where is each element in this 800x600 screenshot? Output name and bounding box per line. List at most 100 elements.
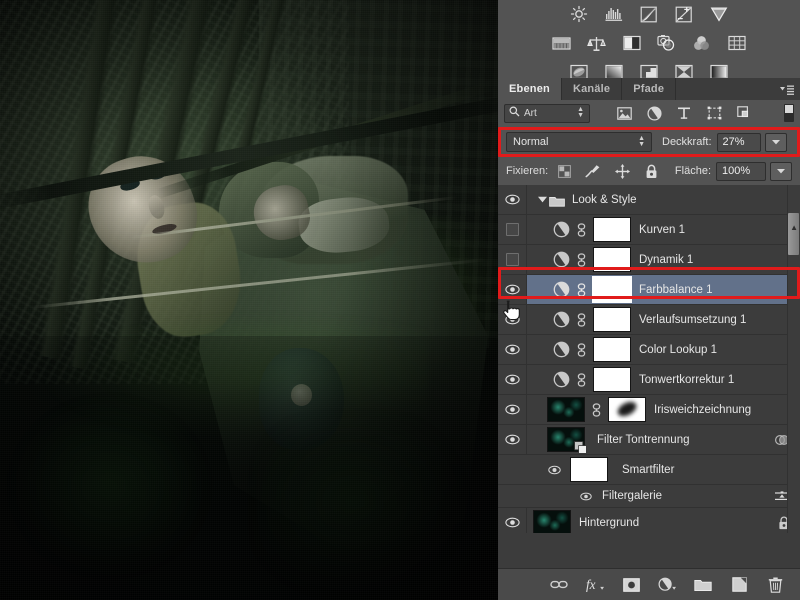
channel-mixer-icon[interactable]	[691, 33, 713, 53]
panel-menu-icon[interactable]	[774, 78, 800, 100]
tab-pfade[interactable]: Pfade	[622, 78, 676, 100]
link-mask-icon[interactable]	[575, 282, 588, 297]
layers-scrollbar-thumb[interactable]	[788, 213, 799, 255]
new-layer-icon[interactable]	[730, 576, 748, 594]
layer-mask-thumbnail[interactable]	[593, 217, 631, 242]
stepper-arrows-icon[interactable]: ▲▼	[577, 107, 584, 119]
layer-row-body[interactable]: Dynamik 1	[527, 245, 800, 274]
visibility-off-checkbox[interactable]	[506, 253, 519, 266]
layer-row-body[interactable]: Farbbalance 1	[527, 275, 800, 304]
layer-row-group[interactable]: Look & Style	[498, 185, 800, 215]
layer-row-body[interactable]: Irisweichzeichnung	[527, 395, 800, 424]
layer-row-body[interactable]: Hintergrund	[527, 508, 800, 533]
opacity-stepper-button[interactable]	[765, 133, 787, 152]
layers-list[interactable]: Look & Style Kurven 1	[498, 185, 800, 533]
layer-row-body[interactable]: Filter Tontrennung	[527, 425, 800, 454]
layer-row-tonwertkorrektur-1[interactable]: Tonwertkorrektur 1	[498, 365, 800, 395]
exposure-icon[interactable]	[673, 4, 695, 24]
layer-visibility-toggle[interactable]	[498, 395, 527, 424]
layer-mask-thumbnail[interactable]	[593, 337, 631, 362]
vibrance-icon[interactable]	[708, 4, 730, 24]
tab-kanaele[interactable]: Kanäle	[562, 78, 622, 100]
layer-row-body[interactable]: Tonwertkorrektur 1	[527, 365, 800, 394]
hue-saturation-icon[interactable]	[551, 33, 573, 53]
fill-input[interactable]: 100%	[716, 162, 766, 181]
shape-layer-filter-icon[interactable]	[706, 105, 722, 121]
stepper-arrows-icon[interactable]: ▲▼	[638, 136, 645, 148]
smartfilter-visibility-toggle[interactable]	[546, 465, 562, 475]
layer-row-hintergrund[interactable]: Hintergrund	[498, 508, 800, 533]
layer-row-dynamik-1[interactable]: Dynamik 1	[498, 245, 800, 275]
link-mask-icon[interactable]	[575, 312, 588, 327]
layer-visibility-toggle[interactable]	[498, 305, 527, 334]
layer-mask-thumbnail[interactable]	[593, 277, 631, 302]
type-layer-filter-icon[interactable]	[676, 105, 692, 121]
layer-visibility-toggle[interactable]	[498, 185, 527, 214]
color-balance-icon[interactable]	[586, 33, 608, 53]
new-group-icon[interactable]	[694, 576, 712, 594]
layer-mask-thumbnail[interactable]	[593, 247, 631, 272]
layer-row-filtergalerie[interactable]: Filtergalerie	[498, 485, 800, 508]
curves-icon[interactable]	[638, 4, 660, 24]
new-adjustment-layer-icon[interactable]	[658, 576, 676, 594]
layer-thumbnail[interactable]	[547, 397, 585, 422]
smartfilter-mask-thumbnail[interactable]	[570, 457, 608, 482]
chevron-down-icon[interactable]	[537, 196, 547, 203]
filter-toggle-icon[interactable]	[784, 104, 794, 122]
layer-row-kurven-1[interactable]: Kurven 1	[498, 215, 800, 245]
link-mask-icon[interactable]	[590, 402, 603, 417]
layer-row-body[interactable]: Filtergalerie	[594, 485, 800, 507]
layer-mask-thumbnail[interactable]	[608, 397, 646, 422]
adjustment-layer-filter-icon[interactable]	[646, 105, 662, 121]
layer-visibility-toggle[interactable]	[498, 245, 527, 274]
lock-image-icon[interactable]	[585, 163, 601, 179]
layer-row-farbbalance-1[interactable]: Farbbalance 1	[498, 275, 800, 305]
layer-visibility-toggle[interactable]	[498, 425, 527, 454]
photo-filter-icon[interactable]	[656, 33, 678, 53]
lock-position-icon[interactable]	[614, 163, 630, 179]
blend-mode-select[interactable]: Normal ▲▼	[506, 132, 652, 152]
layer-visibility-toggle[interactable]	[498, 275, 527, 304]
filter-kind-select[interactable]: Art ▲▼	[504, 104, 590, 123]
opacity-input[interactable]: 27%	[717, 133, 761, 152]
brightness-contrast-icon[interactable]	[568, 4, 590, 24]
layer-row-filter-tontrennung[interactable]: Filter Tontrennung	[498, 425, 800, 455]
layer-style-fx-icon[interactable]: fx	[586, 576, 604, 594]
link-layers-icon[interactable]	[550, 576, 568, 594]
black-white-icon[interactable]	[621, 33, 643, 53]
link-mask-icon[interactable]	[575, 372, 588, 387]
layer-thumbnail[interactable]	[533, 510, 571, 533]
layer-row-body[interactable]: Color Lookup 1	[527, 335, 800, 364]
layers-scrollbar-track[interactable]: ▲	[787, 185, 800, 533]
layer-mask-thumbnail[interactable]	[593, 367, 631, 392]
layer-visibility-toggle[interactable]	[498, 335, 527, 364]
smart-object-filter-icon[interactable]	[736, 105, 752, 121]
layer-row-irisweichzeichnung[interactable]: Irisweichzeichnung	[498, 395, 800, 425]
fill-stepper-button[interactable]	[770, 162, 792, 181]
layer-visibility-toggle[interactable]	[498, 508, 527, 533]
layer-visibility-toggle[interactable]	[498, 215, 527, 244]
layer-row-smartfilter[interactable]: Smartfilter	[498, 455, 800, 485]
color-lookup-icon[interactable]	[726, 33, 748, 53]
link-mask-icon[interactable]	[575, 252, 588, 267]
link-mask-icon[interactable]	[575, 342, 588, 357]
layer-visibility-toggle[interactable]	[498, 365, 527, 394]
layer-mask-thumbnail[interactable]	[593, 307, 631, 332]
pixel-layer-filter-icon[interactable]	[616, 105, 632, 121]
document-canvas[interactable]	[0, 0, 498, 600]
link-mask-icon[interactable]	[575, 222, 588, 237]
layer-thumbnail[interactable]	[547, 427, 585, 452]
delete-layer-icon[interactable]	[766, 576, 784, 594]
lock-all-icon[interactable]	[643, 163, 659, 179]
layer-row-body[interactable]: Verlaufsumsetzung 1	[527, 305, 800, 334]
layer-row-body[interactable]: Kurven 1	[527, 215, 800, 244]
levels-icon[interactable]	[603, 4, 625, 24]
add-layer-mask-icon[interactable]	[622, 576, 640, 594]
visibility-off-checkbox[interactable]	[506, 223, 519, 236]
layer-row-body[interactable]: Smartfilter	[562, 455, 800, 484]
lock-transparency-icon[interactable]	[556, 163, 572, 179]
scroll-up-arrow-icon[interactable]: ▲	[790, 223, 798, 232]
filtergalerie-visibility-toggle[interactable]	[578, 492, 594, 501]
layer-row-verlaufsumsetzung-1[interactable]: Verlaufsumsetzung 1	[498, 305, 800, 335]
layer-row-body[interactable]: Look & Style	[527, 185, 800, 214]
